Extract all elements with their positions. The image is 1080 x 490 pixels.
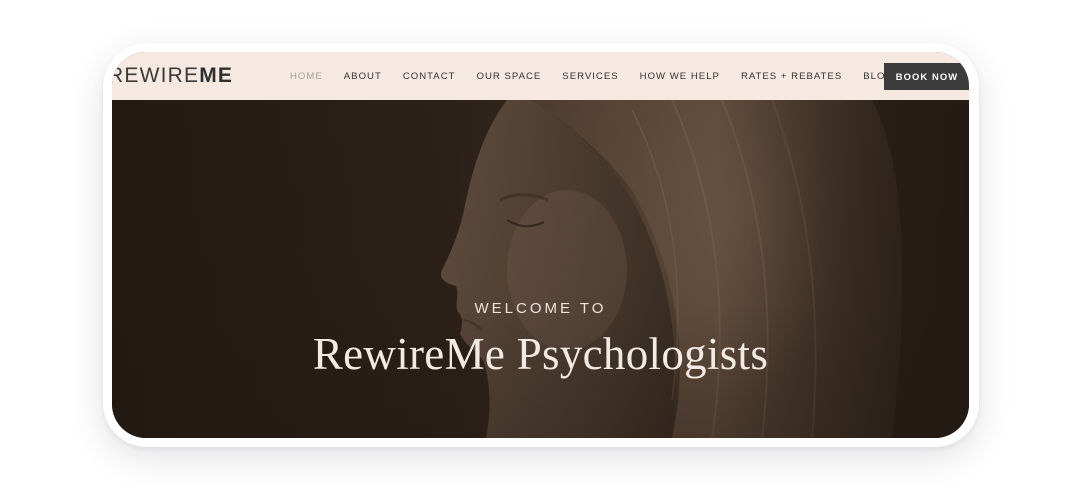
nav-item-how-we-help[interactable]: HOW WE HELP — [640, 71, 720, 82]
hero-eyebrow: WELCOME TO — [474, 300, 607, 317]
nav-item-about[interactable]: ABOUT — [344, 71, 382, 82]
nav-item-home[interactable]: HOME — [290, 71, 323, 82]
logo-text-me: ME — [199, 64, 234, 87]
nav-menu: HOME ABOUT CONTACT OUR SPACE SERVICES HO… — [290, 52, 915, 100]
website-screen: REWIREME HOME ABOUT CONTACT OUR SPACE SE… — [112, 52, 969, 438]
logo-text-rewire: REWIRE — [112, 64, 200, 87]
nav-item-rates-rebates[interactable]: RATES + REBATES — [741, 71, 842, 82]
book-now-button[interactable]: BOOK NOW — [884, 63, 969, 90]
hero-section: WELCOME TO RewireMe Psychologists — [112, 100, 969, 438]
hero-title: RewireMe Psychologists — [312, 329, 769, 379]
nav-item-our-space[interactable]: OUR SPACE — [477, 71, 542, 82]
hero-overlay — [112, 100, 969, 438]
nav-item-contact[interactable]: CONTACT — [403, 71, 456, 82]
top-navigation: REWIREME HOME ABOUT CONTACT OUR SPACE SE… — [112, 52, 969, 100]
nav-item-services[interactable]: SERVICES — [562, 71, 618, 82]
site-logo[interactable]: REWIREME — [112, 64, 233, 88]
